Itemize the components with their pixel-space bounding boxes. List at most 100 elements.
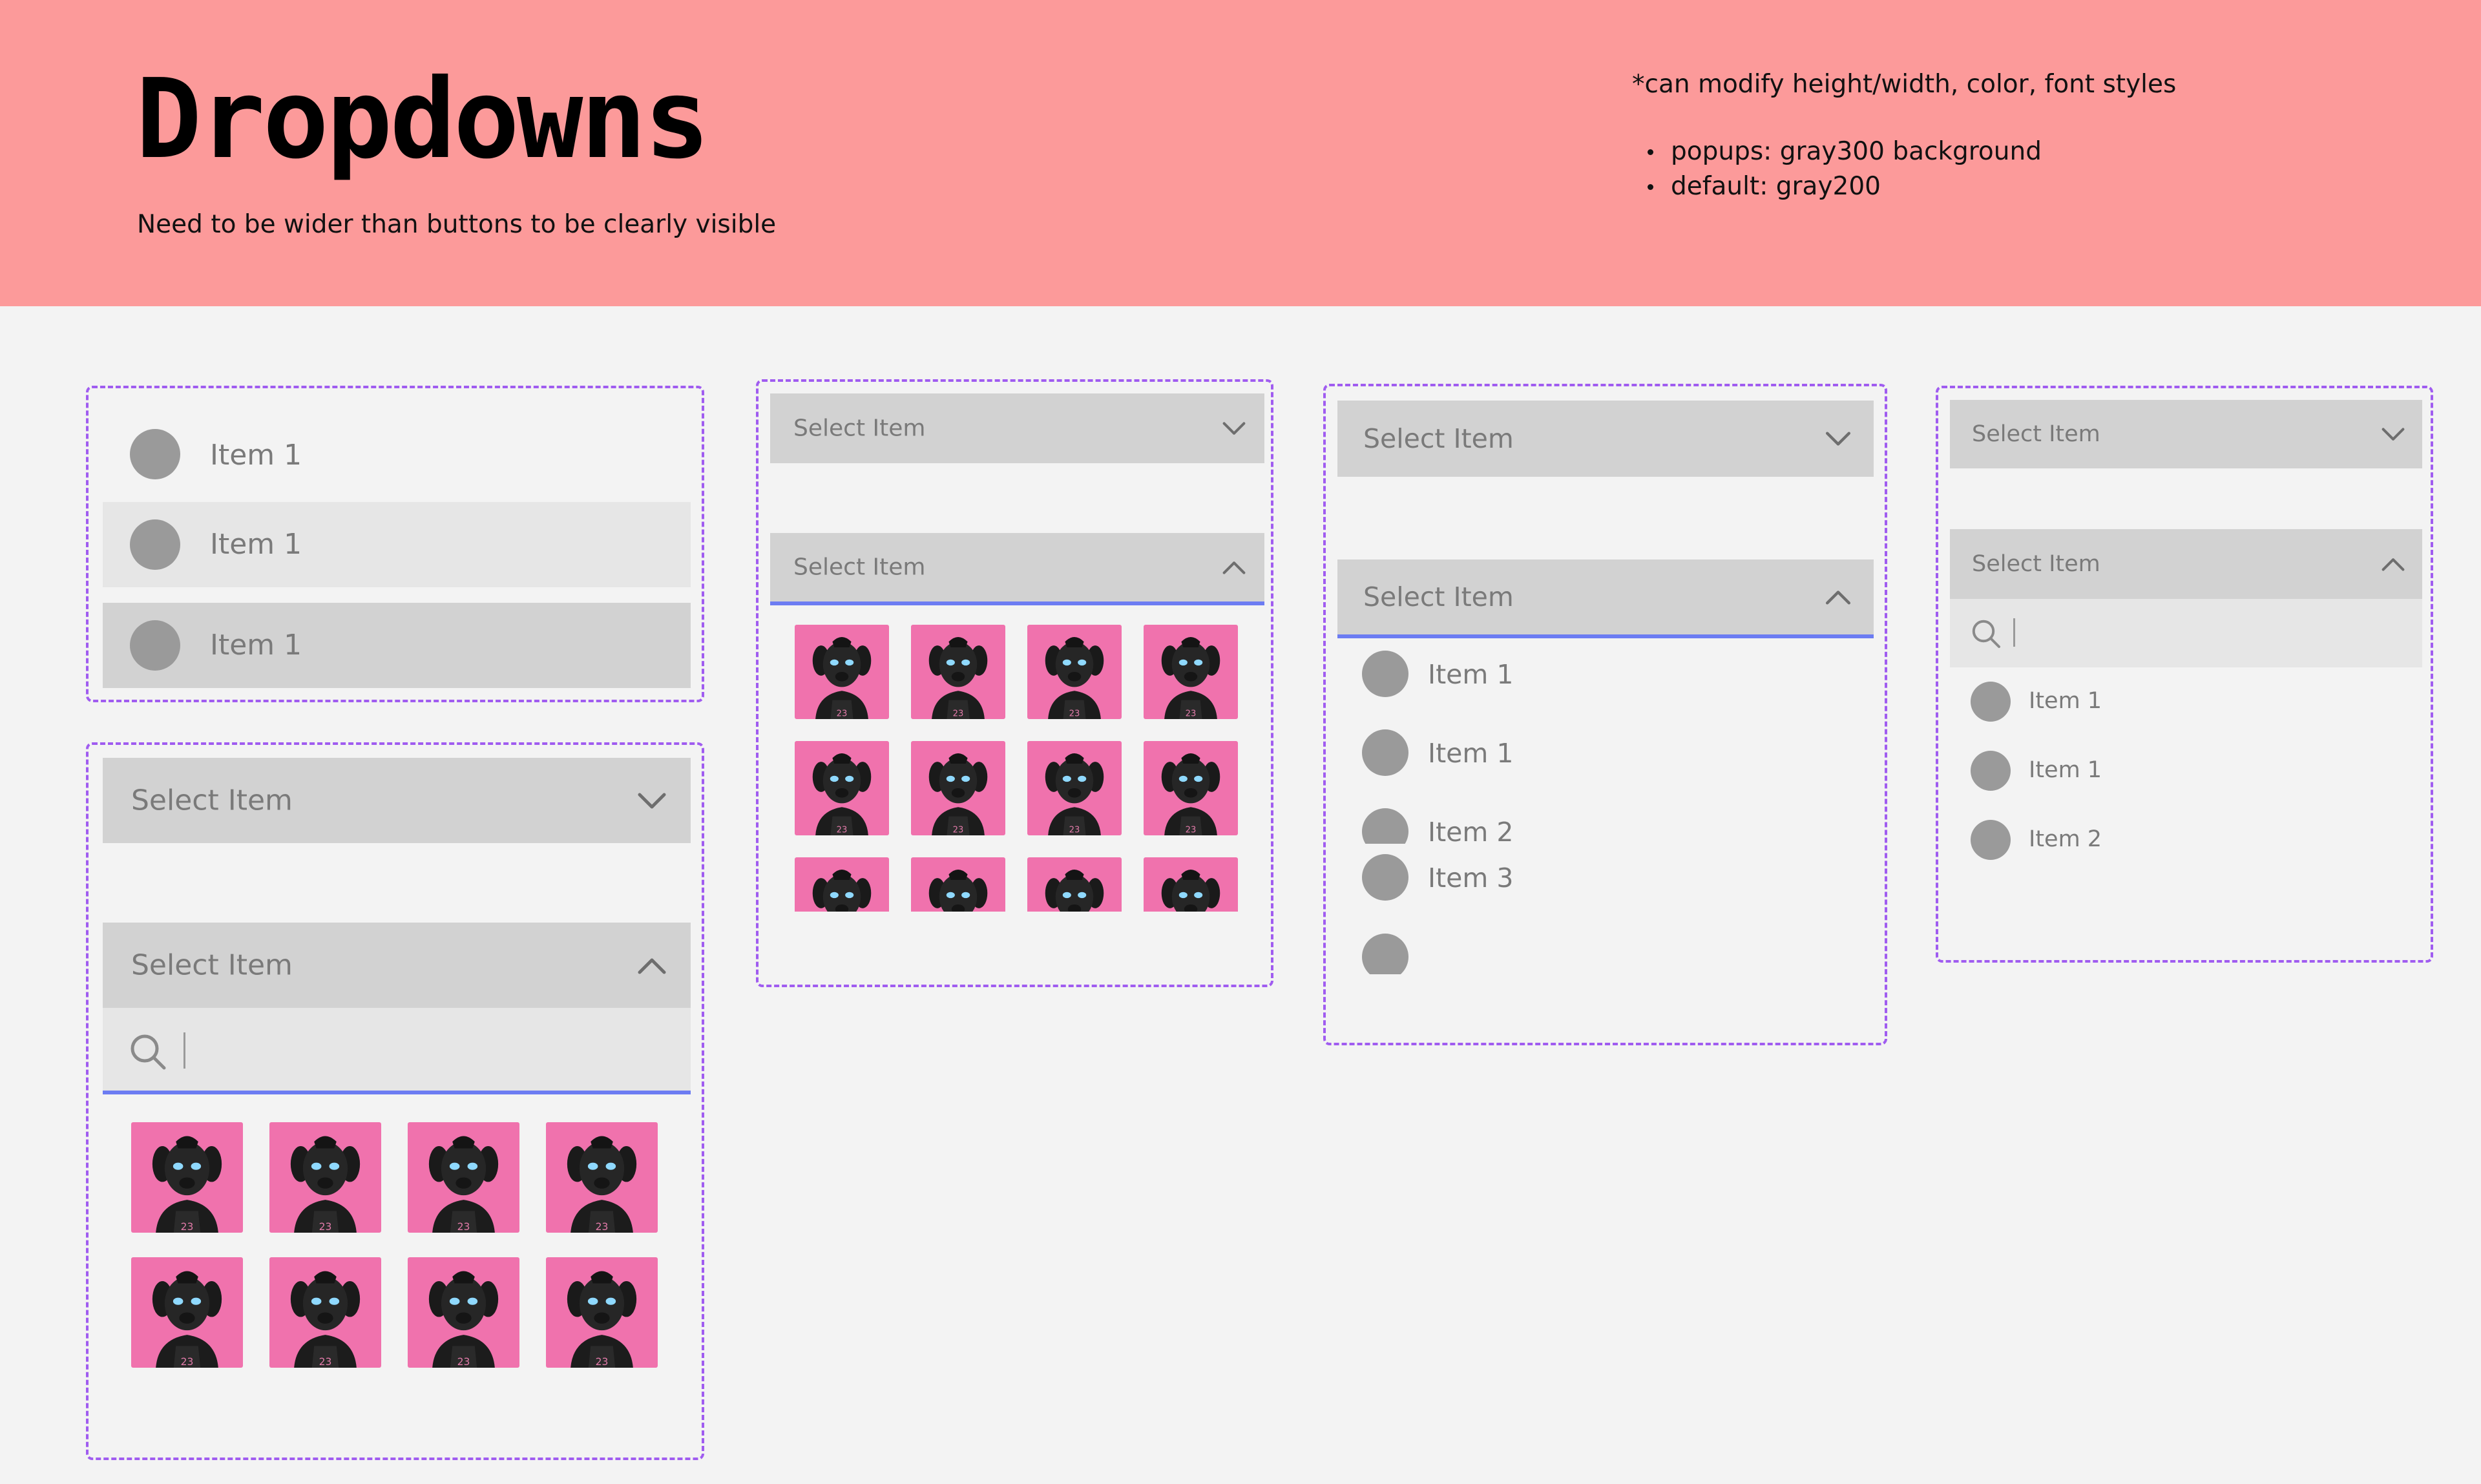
customization-note: *can modify height/width, color, font st… (1632, 70, 2177, 99)
svg-text:23: 23 (596, 1356, 609, 1368)
list-item-default[interactable]: Item 1 (103, 401, 691, 486)
avatar-thumbnail[interactable]: 23 (269, 1257, 381, 1368)
avatar-thumbnail[interactable]: 23 (911, 625, 1005, 719)
svg-text:23: 23 (457, 1221, 470, 1233)
svg-text:23: 23 (181, 1221, 194, 1233)
dropdown-label: Select Item (793, 554, 926, 581)
dropdown-open[interactable]: Select Item (1337, 559, 1874, 638)
svg-text:23: 23 (457, 1356, 470, 1368)
chevron-down-icon (2382, 428, 2405, 441)
avatar-thumbnail[interactable]: 23 (1027, 625, 1122, 719)
dropdown-open[interactable]: Select Item (103, 923, 691, 1008)
dropdown-open[interactable]: Select Item (1950, 529, 2422, 599)
item-label: Item 1 (2029, 688, 2102, 714)
dropdown-closed[interactable]: Select Item (103, 758, 691, 843)
chevron-down-icon (1825, 432, 1851, 446)
chevron-down-icon (638, 793, 666, 809)
avatar-thumbnail[interactable]: 23 (131, 1257, 243, 1368)
search-field[interactable] (1950, 599, 2422, 667)
avatar-thumbnail[interactable]: 23 (1144, 625, 1238, 719)
avatar-thumbnail[interactable]: 23 (795, 741, 889, 835)
avatar-thumbnail[interactable]: 23 (408, 1122, 519, 1233)
dropdown-label: Select Item (1972, 551, 2100, 577)
svg-text:23: 23 (837, 709, 848, 719)
search-field[interactable] (103, 1008, 691, 1094)
grid-dropdown-frame: Select Item Select Item 23 23 23 23 23 2… (756, 379, 1273, 987)
item-icon (1362, 854, 1408, 901)
item-icon (1971, 751, 2011, 791)
list-item[interactable]: Item 2 (1950, 806, 2422, 874)
item-label: Item 1 (210, 629, 302, 662)
svg-text:23: 23 (837, 826, 848, 835)
avatar-thumbnail[interactable]: 23 (795, 857, 889, 912)
text-cursor (183, 1032, 185, 1069)
page-title: Dropdowns (136, 56, 710, 183)
list-dropdown-frame: Select Item Select Item Item 1 Item 1 It… (1323, 384, 1887, 1045)
avatar-thumbnail[interactable]: 23 (1144, 741, 1238, 835)
list-item[interactable]: Item 1 (1950, 667, 2422, 736)
list-item[interactable]: Item 1 (1337, 640, 1874, 718)
avatar-thumbnail[interactable]: 23 (408, 1257, 519, 1368)
dropdown-closed[interactable]: Select Item (770, 393, 1264, 463)
list-item[interactable]: Item 2 (1337, 797, 1874, 844)
list-item[interactable]: Item 1 (1337, 718, 1874, 797)
page-header: Dropdowns Need to be wider than buttons … (0, 0, 2481, 306)
item-icon (1971, 820, 2011, 860)
avatar-thumbnail[interactable]: 23 (911, 741, 1005, 835)
item-icon (1362, 651, 1408, 697)
avatar-thumbnail[interactable]: 23 (911, 857, 1005, 912)
item-label: Item 1 (1428, 659, 1514, 690)
list-item-selected[interactable]: Item 1 (103, 603, 691, 688)
chevron-up-icon (638, 958, 666, 974)
chevron-down-icon (1222, 422, 1246, 435)
svg-text:23: 23 (181, 1356, 194, 1368)
avatar-thumbnail[interactable]: 23 (131, 1122, 243, 1233)
item-icon (130, 429, 180, 479)
dropdown-closed[interactable]: Select Item (1337, 401, 1874, 477)
search-list-dropdown-frame: Select Item Select Item Item 1 Item 1 It… (1936, 386, 2433, 963)
item-label: Item 2 (1428, 817, 1514, 844)
text-cursor (2013, 618, 2015, 647)
list-item-states-frame: Item 1 Item 1 Item 1 (86, 386, 704, 702)
svg-text:23: 23 (1069, 709, 1080, 719)
item-icon (1362, 934, 1408, 974)
item-label: Item 1 (2029, 757, 2102, 783)
list-item-partial[interactable] (1337, 923, 1874, 974)
list-item[interactable]: Item 1 (1950, 737, 2422, 805)
dropdown-closed[interactable]: Select Item (1950, 400, 2422, 468)
item-icon (1971, 682, 2011, 722)
svg-text:23: 23 (1186, 709, 1197, 719)
avatar-thumbnail[interactable]: 23 (1027, 741, 1122, 835)
avatar-thumbnail[interactable]: 23 (1144, 857, 1238, 912)
item-label: Item 1 (1428, 738, 1514, 769)
svg-text:23: 23 (1186, 826, 1197, 835)
page-subtitle: Need to be wider than buttons to be clea… (137, 210, 777, 239)
svg-text:23: 23 (953, 826, 964, 835)
list-item-hover[interactable]: Item 1 (103, 502, 691, 587)
dropdown-label: Select Item (1972, 421, 2100, 447)
chevron-up-icon (1222, 561, 1246, 574)
dropdown-label: Select Item (1363, 423, 1514, 454)
search-grid-dropdown-frame: Select Item Select Item 23 23 23 23 23 2… (86, 742, 704, 1460)
dropdown-label: Select Item (1363, 581, 1514, 612)
avatar-thumbnail[interactable]: 23 (1027, 857, 1122, 912)
avatar-thumbnail[interactable]: 23 (269, 1122, 381, 1233)
search-icon (131, 1034, 166, 1070)
avatar-thumbnail[interactable]: 23 (546, 1122, 658, 1233)
item-label: Item 3 (1428, 862, 1514, 894)
item-label: Item 1 (210, 439, 302, 472)
avatar-thumbnail[interactable]: 23 (546, 1257, 658, 1368)
item-icon (1362, 729, 1408, 776)
dropdown-label: Select Item (131, 784, 293, 817)
image-grid: 23 23 23 23 23 23 23 23 23 23 23 23 (795, 625, 1240, 912)
note-default: default: gray200 (1646, 169, 2042, 204)
svg-text:23: 23 (1069, 826, 1080, 835)
item-icon (1362, 808, 1408, 844)
dropdown-open[interactable]: Select Item (770, 533, 1264, 605)
search-icon (1972, 620, 2000, 648)
item-icon (130, 519, 180, 570)
avatar-thumbnail[interactable]: 23 (795, 625, 889, 719)
chevron-up-icon (1825, 590, 1851, 605)
list-item[interactable]: Item 3 (1337, 844, 1874, 923)
svg-text:23: 23 (596, 1221, 609, 1233)
